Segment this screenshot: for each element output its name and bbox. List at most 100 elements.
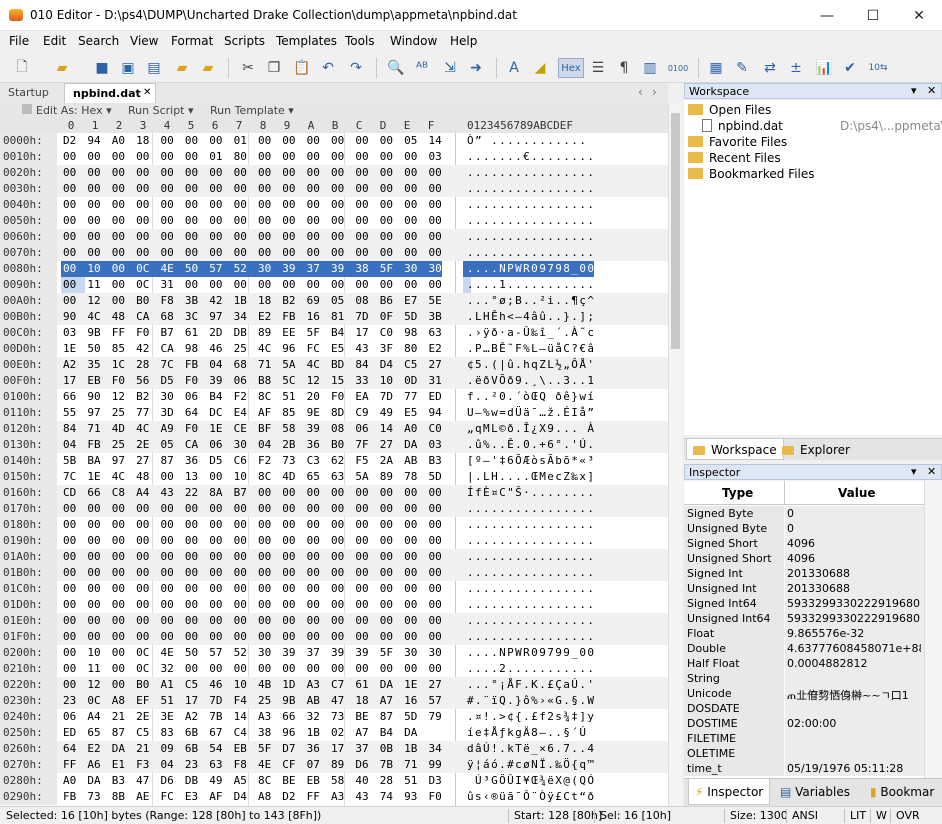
row-chars[interactable]: ................ (467, 182, 595, 195)
row-bytes[interactable]: 00 11 00 0C 32 00 00 00 00 00 00 00 00 0… (63, 662, 442, 675)
inspector-row[interactable]: Signed Int64 5933299330222919680 (684, 596, 924, 611)
operations-icon[interactable]: ± (786, 58, 806, 78)
inspector-value[interactable]: 4.63777608458071e+88 (787, 642, 921, 655)
hex-row[interactable]: 00D0h: 1E 50 85 42 CA 98 46 25 4C 96 FC E… (0, 341, 668, 357)
hex-row[interactable]: 0200h: 00 10 00 0C 4E 50 57 52 30 39 37 3… (0, 645, 668, 661)
close-button[interactable]: ✕ (896, 0, 942, 31)
hex-row[interactable]: 0180h: 00 00 00 00 00 00 00 00 00 00 00 0… (0, 517, 668, 533)
row-chars[interactable]: ................ (467, 582, 595, 595)
base-convert-icon[interactable]: 10⇆ (868, 58, 888, 78)
copy-icon[interactable]: ❐ (264, 58, 284, 78)
inspector-value[interactable]: 5933299330222919680 (787, 597, 921, 610)
inspector-row[interactable]: DOSDATE (684, 701, 924, 716)
row-chars[interactable]: ................ (467, 214, 595, 227)
row-bytes[interactable]: 00 00 00 00 00 00 00 00 00 00 00 00 00 0… (63, 502, 442, 515)
inspector-value[interactable]: 02:00:00 (787, 717, 921, 730)
hex-row[interactable]: 0050h: 00 00 00 00 00 00 00 00 00 00 00 0… (0, 213, 668, 229)
minimize-button[interactable]: — (804, 0, 850, 31)
row-chars[interactable]: ....1........... (467, 278, 595, 291)
hex-row[interactable]: 01C0h: 00 00 00 00 00 00 00 00 00 00 00 0… (0, 581, 668, 597)
tab-inspector[interactable]: ⚡ Inspector (688, 779, 771, 805)
inspector-row[interactable]: String (684, 671, 924, 686)
row-chars[interactable]: íe‡ÅƒkgÄ8–..§´Ú (467, 726, 587, 739)
menu-templates[interactable]: Templates (276, 34, 337, 48)
row-bytes[interactable]: 23 0C A8 EF 51 17 7D F4 25 9B AB 47 18 A… (63, 694, 442, 707)
find-in-files-icon[interactable]: ⇲ (440, 58, 460, 78)
row-bytes[interactable]: 00 00 00 00 00 00 00 00 00 00 00 00 00 0… (63, 214, 442, 227)
row-chars[interactable]: U—%w=dÜä¯…ž.ÉIå” (467, 406, 595, 419)
workspace-close-icon[interactable]: ✕ (927, 84, 936, 97)
hex-row[interactable]: 0070h: 00 00 00 00 00 00 00 00 00 00 00 0… (0, 245, 668, 261)
inspector-value[interactable]: 0.0004882812 (787, 657, 921, 670)
hex-row[interactable]: 0090h: 00 11 00 0C 31 00 00 00 00 00 00 0… (0, 277, 668, 293)
tab-scroll-right-icon[interactable]: › (652, 85, 657, 99)
scrollbar-thumb[interactable] (671, 113, 680, 349)
row-bytes[interactable]: D2 94 A0 18 00 00 00 01 00 00 00 00 00 0… (63, 134, 442, 147)
row-bytes[interactable]: 84 71 4D 4C A9 F0 1E CE BF 58 39 08 06 1… (63, 422, 442, 435)
menu-tools[interactable]: Tools (345, 34, 375, 48)
row-bytes[interactable]: 17 EB F0 56 D5 F0 39 06 B8 5C 12 15 33 1… (63, 374, 442, 387)
row-bytes[interactable]: 00 00 00 00 00 00 00 00 00 00 00 00 00 0… (63, 614, 442, 627)
hex-row[interactable]: 0150h: 7C 1E 4C 48 00 13 00 10 8C 4D 65 6… (0, 469, 668, 485)
hex-row[interactable]: 00B0h: 90 4C 48 CA 68 3C 97 34 E2 FB 16 8… (0, 309, 668, 325)
row-chars[interactable]: ................ (467, 230, 595, 243)
hex-row[interactable]: 0100h: 66 90 12 B2 30 06 B4 F2 8C 51 20 F… (0, 389, 668, 405)
row-chars[interactable]: .......€........ (467, 150, 595, 163)
inspector-close-icon[interactable]: ✕ (927, 465, 936, 478)
inspector-row[interactable]: Signed Int 201330688 (684, 566, 924, 581)
row-chars[interactable]: ÍfÈ¤C"Š·........ (467, 486, 595, 499)
hex-row[interactable]: 00E0h: A2 35 1C 28 7C FB 04 68 71 5A 4C B… (0, 357, 668, 373)
hex-row[interactable]: 01B0h: 00 00 00 00 00 00 00 00 00 00 00 0… (0, 565, 668, 581)
run-template-dropdown[interactable]: Run Template ▾ (210, 104, 294, 117)
row-bytes[interactable]: 64 E2 DA 21 09 6B 54 EB 5F D7 36 17 37 0… (63, 742, 442, 755)
menu-view[interactable]: View (130, 34, 158, 48)
inspector-row[interactable]: Signed Short 4096 (684, 536, 924, 551)
cut-icon[interactable]: ✂ (238, 58, 258, 78)
inspector-row[interactable]: Unsigned Short 4096 (684, 551, 924, 566)
save-multiple-icon[interactable]: ▤ (144, 58, 164, 78)
row-bytes[interactable]: 55 97 25 77 3D 64 DC E4 AF 85 9E 8D C9 4… (63, 406, 442, 419)
row-bytes[interactable]: 00 00 00 00 00 00 00 00 00 00 00 00 00 0… (63, 550, 442, 563)
row-chars[interactable]: .LHÊh<—4âû..}.]; (467, 310, 595, 323)
tab-close-icon[interactable]: ✕ (143, 87, 151, 98)
row-bytes[interactable]: CD 66 C8 A4 43 22 8A B7 00 00 00 00 00 0… (63, 486, 442, 499)
row-bytes[interactable]: 00 12 00 B0 A1 C5 46 10 4B 1D A3 C7 61 D… (63, 678, 442, 691)
row-bytes[interactable]: 00 10 00 0C 4E 50 57 52 30 39 37 39 39 5… (63, 646, 442, 659)
hex-row[interactable]: 0060h: 00 00 00 00 00 00 00 00 00 00 00 0… (0, 229, 668, 245)
hex-row[interactable]: 01A0h: 00 00 00 00 00 00 00 00 00 00 00 0… (0, 549, 668, 565)
line-width-icon[interactable]: ▥ (640, 58, 660, 78)
maximize-button[interactable]: ☐ (850, 0, 896, 31)
row-chars[interactable]: ................ (467, 198, 595, 211)
hex-row[interactable]: 0030h: 00 00 00 00 00 00 00 00 00 00 00 0… (0, 181, 668, 197)
hex-row[interactable]: 0280h: A0 DA B3 47 D6 DB 49 A5 8C BE EB 5… (0, 773, 668, 789)
tab-workspace[interactable]: Workspace (686, 439, 784, 460)
row-chars[interactable]: .›ÿð·a-Û‰î_´.À˜c (467, 326, 595, 339)
inspector-pin-icon[interactable]: ▾ (911, 465, 917, 478)
row-chars[interactable]: ÿ¦áó.#cøNÏ.‰Ö{q™ (467, 758, 595, 771)
hex-row[interactable]: 01E0h: 00 00 00 00 00 00 00 00 00 00 00 0… (0, 613, 668, 629)
tab-bookmarks[interactable]: ▮ Bookmar (864, 779, 942, 800)
menu-scripts[interactable]: Scripts (224, 34, 265, 48)
row-bytes[interactable]: 00 10 00 0C 4E 50 57 52 30 39 37 39 38 5… (63, 262, 442, 275)
row-bytes[interactable]: 00 00 00 00 00 00 00 00 00 00 00 00 00 0… (63, 230, 442, 243)
hex-row[interactable]: 00A0h: 00 12 00 B0 F8 3B 42 1B 18 B2 69 0… (0, 293, 668, 309)
highlight-icon[interactable]: ◢ (530, 58, 550, 78)
status-w[interactable]: W (876, 809, 887, 822)
row-chars[interactable]: ûs‹®üã¯Ô¨Òÿ£Ct“ð (467, 790, 595, 803)
checksum-icon[interactable]: ✔ (840, 58, 860, 78)
hex-row[interactable]: 01F0h: 00 00 00 00 00 00 00 00 00 00 00 0… (0, 629, 668, 645)
row-chars[interactable]: ................ (467, 534, 595, 547)
inspector-value[interactable]: 05/19/1976 05:11:28 (787, 762, 921, 775)
inspector-value[interactable]: 0 (787, 507, 921, 520)
row-chars[interactable]: ....2........... (467, 662, 595, 675)
hex-row[interactable]: 0000h: D2 94 A0 18 00 00 00 01 00 00 00 0… (0, 133, 668, 149)
inspector-value[interactable]: 4096 (787, 552, 921, 565)
menu-edit[interactable]: Edit (43, 34, 66, 48)
hex-row[interactable]: 0040h: 00 00 00 00 00 00 00 00 00 00 00 0… (0, 197, 668, 213)
inspector-row[interactable]: Signed Byte 0 (684, 506, 924, 521)
new-file-icon[interactable]: 🗋 (12, 58, 32, 78)
inspector-row[interactable]: time_t 05/19/1976 05:11:28 (684, 761, 924, 776)
row-chars[interactable]: #.¨ïQ.}ô%›«G.§.W (467, 694, 595, 707)
favorite-files-item[interactable]: Favorite Files (688, 135, 787, 149)
row-chars[interactable]: [º—'‡6ÕÆòsÃbõ*«³ (467, 454, 595, 467)
